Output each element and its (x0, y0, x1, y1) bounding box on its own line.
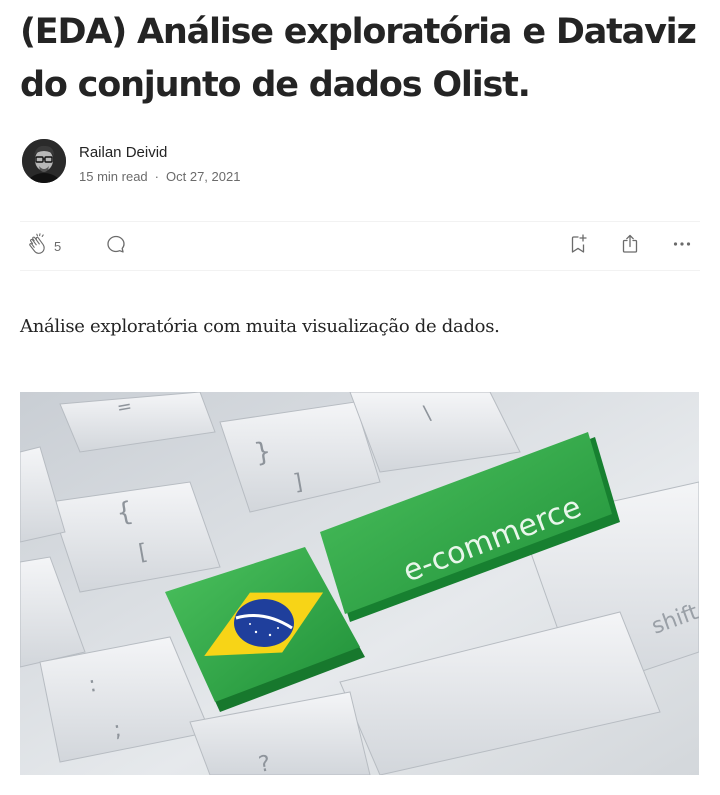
comment-button[interactable] (104, 232, 128, 260)
article-meta: 15 min read · Oct 27, 2021 (79, 169, 240, 184)
publish-date: Oct 27, 2021 (166, 169, 241, 184)
bookmark-button[interactable] (566, 232, 590, 260)
share-icon (618, 232, 642, 261)
article-title: (EDA) Análise exploratória e Dataviz do … (20, 12, 697, 105)
clap-icon (26, 232, 50, 261)
bookmark-icon (566, 232, 590, 261)
meta-separator: · (154, 169, 159, 184)
comment-icon (104, 232, 128, 261)
more-icon (670, 232, 694, 261)
clap-button[interactable]: 5 (26, 232, 61, 260)
hero-image: } ] { [ = \ : ; ? shift e-commerce (20, 392, 699, 775)
author-avatar[interactable] (22, 139, 66, 183)
read-time: 15 min read (79, 169, 148, 184)
more-button[interactable] (670, 232, 694, 260)
author-byline: Railan Deivid 15 min read · Oct 27, 2021 (20, 138, 420, 184)
share-button[interactable] (618, 232, 642, 260)
clap-count: 5 (54, 238, 62, 254)
article-subtitle: Análise exploratória com muita visualiza… (20, 316, 500, 337)
author-name[interactable]: Railan Deivid (79, 144, 167, 161)
action-bar: 5 (20, 221, 700, 271)
